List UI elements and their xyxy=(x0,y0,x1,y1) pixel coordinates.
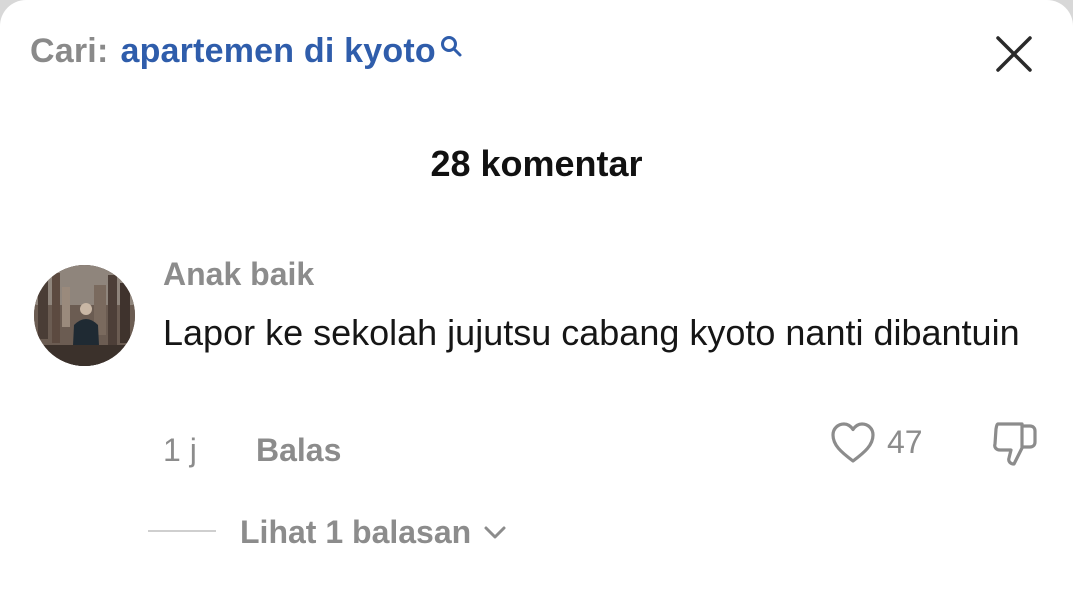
view-replies-button[interactable]: Lihat 1 balasan xyxy=(240,514,507,551)
search-prefix: Cari: xyxy=(30,32,109,70)
comments-count-title: 28 komentar xyxy=(430,143,643,184)
like-count: 47 xyxy=(887,424,923,460)
avatar-image xyxy=(34,265,135,366)
chevron-down-icon xyxy=(484,526,506,538)
comment-time: 1 j xyxy=(163,432,197,468)
close-icon xyxy=(996,36,1032,72)
close-button[interactable] xyxy=(990,30,1038,78)
comment-username[interactable]: Anak baik xyxy=(163,256,314,293)
comment-text: Lapor ke sekolah jujutsu cabang kyoto na… xyxy=(163,312,1020,353)
comments-sheet: Cari: apartemen di kyoto 28 komentar Ana… xyxy=(0,0,1073,598)
search-suggestion[interactable]: Cari: apartemen di kyoto xyxy=(30,32,463,80)
search-icon xyxy=(440,36,462,57)
reply-button[interactable]: Balas xyxy=(256,432,341,469)
thumbs-down-icon xyxy=(993,422,1037,466)
dislike-button[interactable] xyxy=(988,418,1040,468)
like-button[interactable] xyxy=(829,420,877,466)
replies-divider xyxy=(148,530,216,532)
view-replies-label: Lihat 1 balasan xyxy=(240,514,472,550)
avatar[interactable] xyxy=(34,265,135,366)
search-query-link[interactable]: apartemen di kyoto xyxy=(120,32,435,71)
heart-icon xyxy=(831,422,875,463)
